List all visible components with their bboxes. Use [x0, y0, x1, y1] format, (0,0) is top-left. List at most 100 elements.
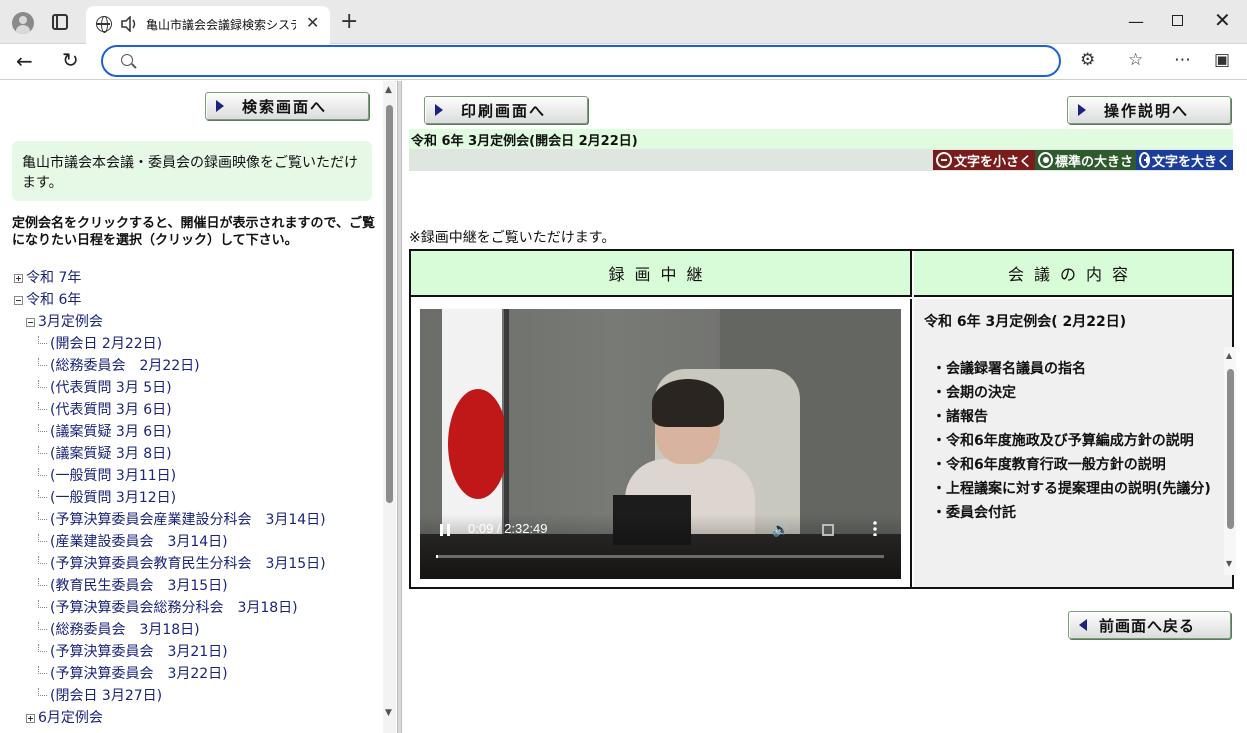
- tree-line-icon: [38, 556, 47, 564]
- favorites-icon[interactable]: ☆: [1128, 50, 1143, 70]
- intro-box: 亀山市議会本会議・委員会の録画映像をご覧いただけます。: [12, 141, 372, 201]
- scroll-up-icon[interactable]: ▲: [385, 85, 392, 95]
- window-close-icon[interactable]: ✕: [1214, 8, 1231, 32]
- agenda-item: 上程議案に対する提案理由の説明(先議分): [932, 477, 1214, 501]
- fullscreen-icon[interactable]: [822, 524, 834, 536]
- expand-icon[interactable]: [14, 273, 23, 283]
- sidebar-toggle-icon[interactable]: ▣: [1214, 50, 1230, 70]
- tree-date-link[interactable]: (閉会日 3月27日): [38, 685, 162, 707]
- tree-date-link[interactable]: (代表質問 3月 5日): [38, 377, 172, 399]
- font-larger-label: 文字を大きく: [1151, 154, 1230, 170]
- content-scroll-thumb[interactable]: [1227, 369, 1234, 529]
- back-button[interactable]: 前画面へ戻る: [1068, 611, 1231, 639]
- video-player[interactable]: 0:09 / 2:32:49 🔊: [420, 309, 901, 579]
- tree-date-link[interactable]: (産業建設委員会 3月14日): [38, 531, 228, 553]
- minimize-icon[interactable]: —: [1128, 12, 1144, 31]
- tree-date-link[interactable]: (教育民生委員会 3月15日): [38, 575, 228, 597]
- scroll-down-icon[interactable]: ▼: [385, 708, 392, 718]
- tree-line-icon: [38, 644, 47, 652]
- tree-label: (開会日 2月22日): [50, 336, 163, 352]
- video-seek-bar[interactable]: [436, 555, 884, 558]
- tree-node[interactable]: 令和 7年: [14, 267, 81, 289]
- tree-date-link[interactable]: (議案質疑 3月 8日): [38, 443, 172, 465]
- right-frame: 印刷画面へ 操作説明へ 令和 6年 3月定例会(開会日 2月22日) 文字を小さ…: [402, 81, 1245, 733]
- extensions-icon[interactable]: ⚙: [1080, 50, 1095, 70]
- tree-node[interactable]: 令和 6年: [14, 289, 81, 311]
- tree-line-icon: [38, 622, 47, 630]
- font-normal-button[interactable]: 標準の大きさ: [1035, 150, 1136, 170]
- left-scrollbar[interactable]: ▲ ▼: [383, 81, 396, 733]
- tree-label: (代表質問 3月 6日): [50, 402, 172, 418]
- tree-node[interactable]: 6月定例会: [26, 707, 103, 729]
- tree-date-link[interactable]: (議案質疑 3月 6日): [38, 421, 172, 443]
- tree-line-icon: [38, 336, 47, 344]
- search-icon: [121, 54, 133, 66]
- pause-icon[interactable]: [440, 524, 450, 536]
- tree-date-link[interactable]: (予算決算委員会総務分科会 3月18日): [38, 597, 298, 619]
- arrow-right-icon: [1078, 104, 1086, 116]
- tree-label: (総務委員会 3月18日): [50, 622, 200, 638]
- tab-actions-icon[interactable]: [52, 14, 68, 30]
- expand-icon[interactable]: [26, 713, 35, 723]
- tree-label: (議案質疑 3月 6日): [50, 424, 172, 440]
- volume-icon[interactable]: 🔊: [772, 522, 789, 538]
- content-scroll-area[interactable]: 令和 6年 3月定例会( 2月22日) 会議録署名議員の指名会期の決定諸報告令和…: [914, 299, 1232, 587]
- tab-close-icon[interactable]: ✕: [306, 14, 319, 32]
- maximize-icon[interactable]: [1172, 15, 1183, 26]
- collapse-icon[interactable]: [26, 317, 35, 327]
- speaker-icon[interactable]: [120, 16, 138, 32]
- tree-date-link[interactable]: (一般質問 3月12日): [38, 487, 176, 509]
- font-larger-button[interactable]: 文字を大きく: [1136, 150, 1233, 170]
- help-button[interactable]: 操作説明へ: [1067, 96, 1231, 124]
- tree-date-link[interactable]: (予算決算委員会教育民生分科会 3月15日): [38, 553, 326, 575]
- tree-line-icon: [38, 512, 47, 520]
- globe-icon: [96, 16, 112, 33]
- video-more-icon[interactable]: [873, 520, 877, 536]
- scroll-thumb[interactable]: [386, 105, 393, 503]
- tree-date-link[interactable]: (予算決算委員会 3月21日): [38, 641, 228, 663]
- notice-text: ※録画中継をご覧いただけます。: [409, 230, 616, 246]
- font-normal-label: 標準の大きさ: [1054, 154, 1133, 170]
- tree-date-link[interactable]: (予算決算委員会産業建設分科会 3月14日): [38, 509, 326, 531]
- scroll-down-icon[interactable]: ▼: [1226, 559, 1232, 568]
- left-frame: 検索画面へ 亀山市議会本会議・委員会の録画映像をご覧いただけます。 定例会名をク…: [4, 81, 397, 733]
- agenda-item: 委員会付託: [932, 501, 1214, 525]
- plus-icon: [1139, 152, 1150, 168]
- more-menu-icon[interactable]: ⋯: [1174, 50, 1191, 70]
- back-arrow-icon[interactable]: ←: [16, 49, 33, 73]
- tree-label: (予算決算委員会教育民生分科会 3月15日): [50, 556, 326, 572]
- tree-date-link[interactable]: (開会日 2月22日): [38, 333, 162, 355]
- meeting-title: 令和 6年 3月定例会( 2月22日): [924, 314, 1127, 330]
- tree-date-link[interactable]: (総務委員会 3月18日): [38, 619, 200, 641]
- tree-label: (一般質問 3月11日): [50, 468, 177, 484]
- tree-line-icon: [38, 666, 47, 674]
- content-scrollbar[interactable]: ▲ ▼: [1224, 347, 1236, 575]
- print-screen-button[interactable]: 印刷画面へ: [424, 96, 588, 124]
- agenda-item: 令和6年度教育行政一般方針の説明: [932, 453, 1214, 477]
- broadcast-table: 録画中継 会議の内容 0:09 / 2:32:49 🔊 令和 6年 3月定例会(…: [409, 249, 1234, 589]
- address-bar[interactable]: [101, 45, 1061, 77]
- tree-label: 令和 7年: [26, 270, 82, 286]
- tree-date-link[interactable]: (総務委員会 2月22日): [38, 355, 200, 377]
- tree-date-link[interactable]: (予算決算委員会 3月22日): [38, 663, 228, 685]
- tab-title: 亀山市議会会議録検索システム: [146, 18, 296, 32]
- font-smaller-label: 文字を小さく: [953, 154, 1032, 170]
- profile-icon[interactable]: [12, 12, 34, 34]
- tree-node[interactable]: 3月定例会: [26, 311, 103, 333]
- address-input[interactable]: [143, 51, 1043, 71]
- scroll-up-icon[interactable]: ▲: [1226, 351, 1232, 360]
- collapse-icon[interactable]: [14, 295, 23, 305]
- refresh-icon[interactable]: ↻: [62, 48, 79, 72]
- tree-date-link[interactable]: (一般質問 3月11日): [38, 465, 176, 487]
- font-smaller-button[interactable]: 文字を小さく: [933, 150, 1035, 170]
- search-screen-button[interactable]: 検索画面へ: [205, 92, 369, 120]
- tree-line-icon: [38, 402, 47, 410]
- video-progress: [436, 555, 438, 558]
- new-tab-icon[interactable]: +: [340, 10, 358, 34]
- tree-label: (代表質問 3月 5日): [50, 380, 172, 396]
- tree-line-icon: [38, 468, 47, 476]
- tree-date-link[interactable]: (代表質問 3月 6日): [38, 399, 172, 421]
- speaker-hair: [652, 379, 724, 427]
- browser-tab[interactable]: 亀山市議会会議録検索システム ✕: [86, 6, 330, 44]
- column-header-video: 録画中継: [411, 251, 912, 297]
